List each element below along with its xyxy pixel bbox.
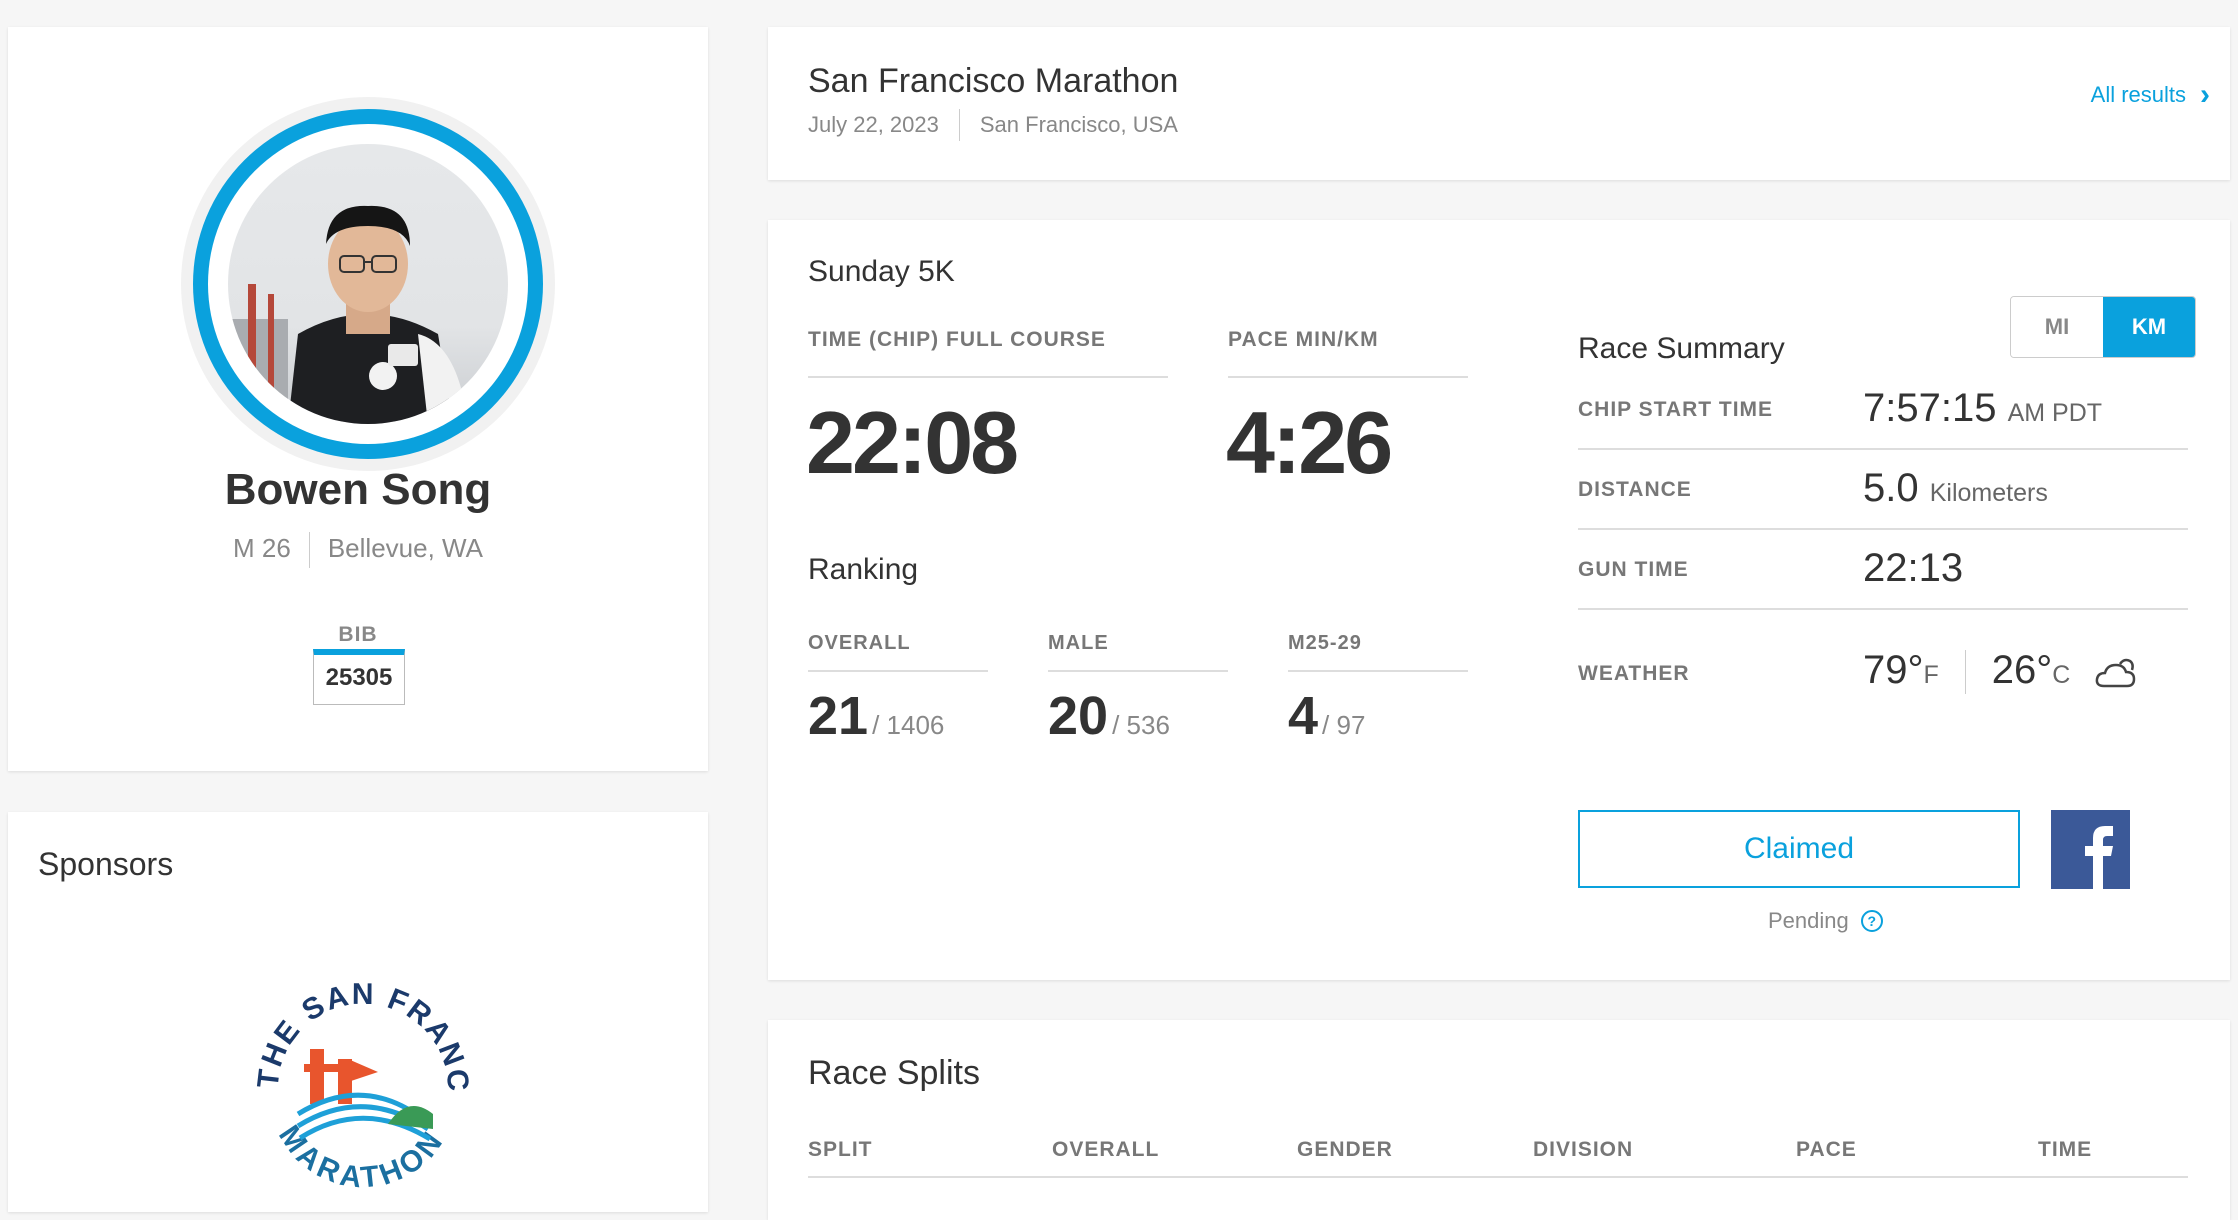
rank-male-label: MALE: [1048, 632, 1109, 654]
column-header-split[interactable]: SPLIT: [808, 1138, 873, 1162]
facebook-icon: [2085, 826, 2113, 889]
sponsors-title: Sponsors: [38, 846, 174, 882]
bib-number: 25305: [313, 649, 405, 705]
person-photo: [228, 205, 468, 424]
column-header-gender[interactable]: GENDER: [1297, 1138, 1393, 1162]
divider: [1964, 650, 1966, 695]
help-icon[interactable]: ?: [1860, 910, 1883, 932]
divider: [308, 532, 310, 568]
gun-time-value: 22:13: [1863, 546, 1964, 590]
partly-cloudy-icon: [2095, 658, 2136, 688]
claimed-button[interactable]: Claimed: [1578, 810, 2020, 888]
sf-marathon-logo[interactable]: THE SAN FRANCISCO MARATHON: [238, 964, 488, 1214]
event-meta: July 22, 2023 San Francisco, USA: [808, 109, 1178, 141]
event-title: San Francisco Marathon: [808, 62, 1179, 100]
profile-card: Bowen Song M 26 Bellevue, WA BIB 25305: [8, 27, 708, 771]
unit-mi-button[interactable]: MI: [2011, 297, 2103, 357]
weather-label: WEATHER: [1578, 662, 1690, 685]
weather-value: 79°F 26°C: [1863, 648, 2070, 695]
divider: [1578, 528, 2188, 530]
race-summary-title: Race Summary: [1578, 332, 1785, 365]
gender-age: M 26: [233, 532, 291, 563]
rank-overall: 21/ 1406: [808, 686, 945, 746]
race-splits-title: Race Splits: [808, 1054, 980, 1092]
athlete-meta: M 26 Bellevue, WA: [8, 532, 708, 568]
divider: [1578, 448, 2188, 450]
bib-label: BIB: [338, 623, 378, 646]
ranking-title: Ranking: [808, 553, 919, 586]
pace-value: 4:26: [1226, 393, 1393, 492]
event-location: San Francisco, USA: [979, 112, 1178, 137]
all-results-label: All results: [2090, 82, 2186, 107]
divider: [1288, 670, 1468, 672]
avatar-photo: [228, 144, 508, 424]
race-name: Sunday 5K: [808, 255, 955, 288]
unit-toggle[interactable]: MI KM: [2010, 296, 2196, 358]
pending-status: Pending ?: [1768, 908, 1883, 934]
distance-label: DISTANCE: [1578, 478, 1692, 501]
sponsors-card: Sponsors THE SAN FRANCISCO MARATHON: [8, 812, 708, 1212]
rank-division-label: M25-29: [1288, 632, 1362, 654]
rank-overall-label: OVERALL: [808, 632, 911, 654]
chip-start-label: CHIP START TIME: [1578, 398, 1774, 421]
chevron-right-icon: ›: [2200, 78, 2210, 111]
avatar: [181, 97, 555, 471]
gun-time-label: GUN TIME: [1578, 558, 1689, 581]
divider: [958, 109, 960, 141]
event-header-card: San Francisco Marathon July 22, 2023 San …: [768, 27, 2230, 180]
facebook-share-button[interactable]: [2051, 810, 2130, 889]
divider: [808, 376, 1168, 378]
svg-text:MARATHON: MARATHON: [272, 1120, 451, 1195]
column-header-overall[interactable]: OVERALL: [1052, 1138, 1159, 1162]
pace-label: PACE MIN/KM: [1228, 328, 1379, 351]
column-header-pace[interactable]: PACE: [1796, 1138, 1857, 1162]
distance-value: 5.0 Kilometers: [1863, 466, 2048, 510]
column-header-time[interactable]: TIME: [2038, 1138, 2092, 1162]
chip-start-value: 7:57:15 AM PDT: [1863, 386, 2103, 430]
chip-time-value: 22:08: [806, 393, 1019, 492]
athlete-location: Bellevue, WA: [327, 532, 483, 563]
chip-time-label: TIME (CHIP) FULL COURSE: [808, 328, 1106, 351]
rank-division: 4/ 97: [1288, 686, 1366, 746]
divider: [1048, 670, 1228, 672]
event-date: July 22, 2023: [808, 112, 939, 137]
divider: [808, 1176, 2188, 1178]
unit-km-button[interactable]: KM: [2103, 297, 2195, 357]
column-header-division[interactable]: DIVISION: [1533, 1138, 1633, 1162]
athlete-name: Bowen Song: [224, 465, 492, 514]
result-card: Sunday 5K TIME (CHIP) FULL COURSE 22:08 …: [768, 220, 2230, 980]
rank-male: 20/ 536: [1048, 686, 1170, 746]
pending-label: Pending: [1768, 908, 1849, 933]
divider: [1578, 608, 2188, 610]
divider: [1228, 376, 1468, 378]
race-splits-card: Race Splits SPLIT OVERALL GENDER DIVISIO…: [768, 1020, 2230, 1220]
all-results-link[interactable]: All results ›: [2090, 78, 2210, 111]
divider: [808, 670, 988, 672]
